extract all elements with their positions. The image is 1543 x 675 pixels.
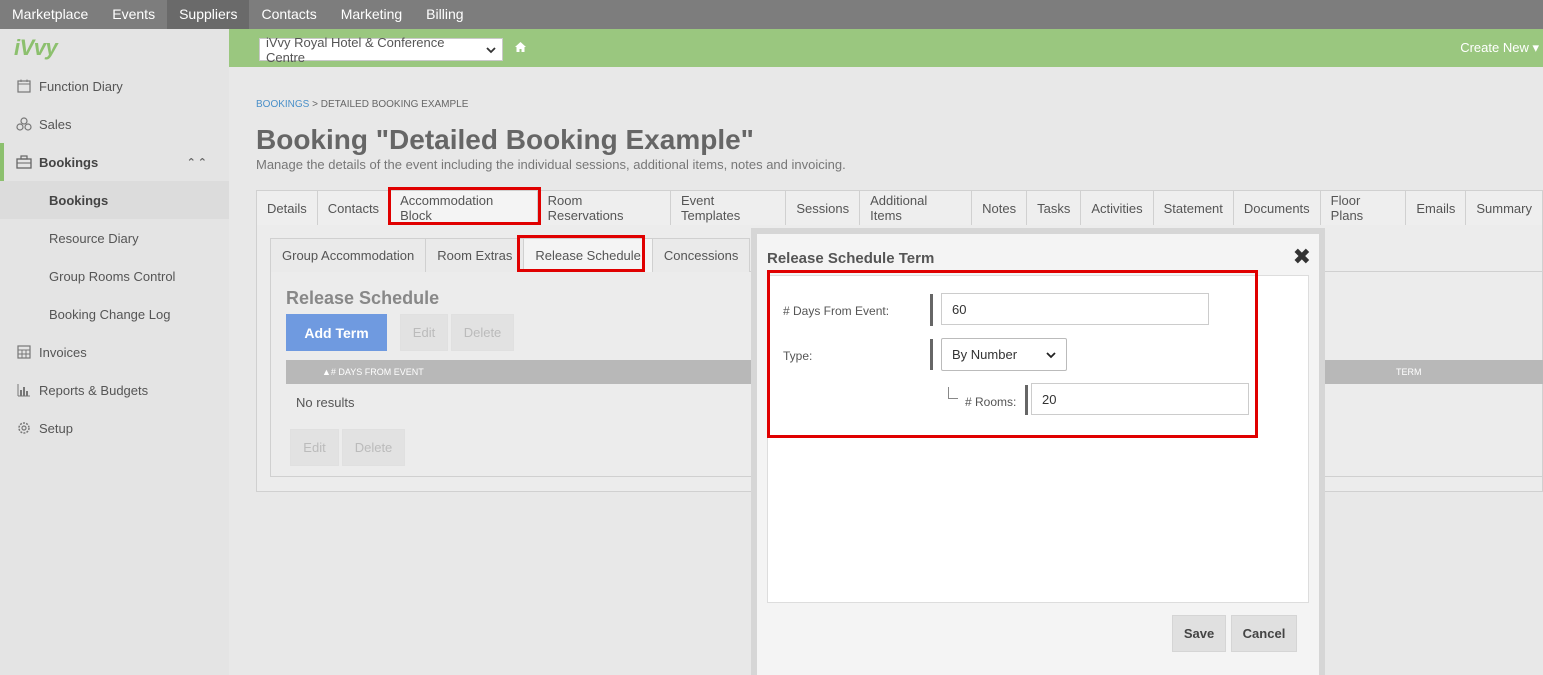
save-button[interactable]: Save (1172, 615, 1226, 652)
add-term-button[interactable]: Add Term (286, 314, 387, 351)
sidebar-item-function-diary[interactable]: Function Diary (0, 67, 229, 105)
column-days-from-event[interactable]: ▲# DAYS FROM EVENT (322, 367, 424, 377)
breadcrumb-separator: > (312, 99, 318, 110)
edit-button-bottom[interactable]: Edit (290, 429, 339, 466)
subtab-concessions[interactable]: Concessions (652, 239, 751, 272)
venue-select-value: iVvy Royal Hotel & Conference Centre (266, 34, 445, 65)
nav-contacts[interactable]: Contacts (249, 0, 328, 29)
field-marker (1025, 385, 1028, 415)
chevron-down-icon (1046, 347, 1056, 362)
sidebar-item-bookings[interactable]: Bookings ⌃⌃ (0, 143, 229, 181)
tab-documents[interactable]: Documents (1233, 191, 1321, 225)
top-nav: Marketplace Events Suppliers Contacts Ma… (0, 0, 1543, 29)
ivvy-logo[interactable]: iVvy (14, 35, 58, 61)
rooms-label: # Rooms: (965, 395, 1017, 409)
accommodation-subtabs: Group Accommodation Room Extras Release … (270, 238, 751, 272)
tree-connector (948, 387, 958, 399)
tab-floor-plans[interactable]: Floor Plans (1320, 191, 1407, 225)
edit-button-top[interactable]: Edit (400, 314, 448, 351)
tab-tasks[interactable]: Tasks (1027, 191, 1082, 225)
sidebar-item-setup[interactable]: Setup (0, 409, 229, 447)
release-schedule-title: Release Schedule (286, 288, 440, 308)
nav-billing[interactable]: Billing (414, 0, 475, 29)
cancel-button[interactable]: Cancel (1231, 615, 1297, 652)
chevron-down-icon (486, 42, 496, 57)
delete-button-bottom[interactable]: Delete (342, 429, 405, 466)
nav-marketplace[interactable]: Marketplace (0, 0, 100, 29)
delete-button-top[interactable]: Delete (451, 314, 514, 351)
days-from-event-input[interactable]: 60 (941, 293, 1209, 325)
tab-notes[interactable]: Notes (972, 191, 1028, 225)
sidebar-item-label: Function Diary (39, 78, 123, 94)
create-new-button[interactable]: Create New ▾ (1460, 40, 1539, 56)
field-marker (930, 339, 933, 370)
subtab-release-schedule[interactable]: Release Schedule (524, 239, 653, 272)
close-icon[interactable]: ✖ (1293, 244, 1311, 270)
tab-accommodation-block[interactable]: Accommodation Block (390, 191, 538, 225)
sidebar-subitem-bookings[interactable]: Bookings (0, 181, 229, 219)
rooms-input[interactable]: 20 (1031, 383, 1249, 415)
modal-title: Release Schedule Term (767, 250, 935, 267)
tab-additional-items[interactable]: Additional Items (860, 191, 973, 225)
home-icon[interactable] (514, 41, 527, 56)
tab-event-templates[interactable]: Event Templates (671, 191, 787, 225)
nav-events[interactable]: Events (100, 0, 167, 29)
field-marker (930, 294, 933, 326)
modal-body: # Days From Event: 60 Type: By Number # … (767, 275, 1309, 603)
tab-room-reservations[interactable]: Room Reservations (537, 191, 671, 225)
release-schedule-term-modal: Release Schedule Term ✖ # Days From Even… (751, 228, 1325, 675)
sidebar-subitem-group-rooms-control[interactable]: Group Rooms Control (0, 257, 229, 295)
days-from-event-label: # Days From Event: (783, 304, 890, 318)
subtab-room-extras[interactable]: Room Extras (426, 239, 525, 272)
briefcase-icon (16, 154, 32, 170)
type-label: Type: (783, 349, 813, 363)
type-select[interactable]: By Number (941, 338, 1067, 371)
column-term[interactable]: TERM (1396, 367, 1422, 377)
tab-statement[interactable]: Statement (1153, 191, 1234, 225)
calendar-icon (16, 78, 32, 94)
booking-tabs: Details Contacts Accommodation Block Roo… (256, 190, 1543, 225)
sidebar-item-label: Reports & Budgets (39, 382, 149, 398)
sidebar-item-label: Invoices (39, 344, 87, 360)
venue-select[interactable]: iVvy Royal Hotel & Conference Centre (259, 35, 503, 65)
sidebar-subitem-resource-diary[interactable]: Resource Diary (0, 219, 229, 257)
chevron-up-icon[interactable]: ⌃⌃ (187, 156, 209, 169)
caret-down-icon: ▾ (1532, 40, 1539, 55)
sidebar-item-invoices[interactable]: Invoices (0, 333, 229, 371)
nav-suppliers[interactable]: Suppliers (167, 0, 250, 29)
breadcrumb-current: DETAILED BOOKING EXAMPLE (320, 99, 469, 110)
modal-dialog: Release Schedule Term ✖ # Days From Even… (757, 234, 1319, 675)
gear-icon (16, 420, 32, 436)
no-results-text: No results (296, 395, 355, 410)
tab-sessions[interactable]: Sessions (786, 191, 861, 225)
tab-emails[interactable]: Emails (1406, 191, 1467, 225)
page-title: Booking "Detailed Booking Example" (256, 124, 754, 155)
sidebar-item-sales[interactable]: Sales (0, 105, 229, 143)
nav-marketing[interactable]: Marketing (329, 0, 414, 29)
type-select-value: By Number (952, 347, 1018, 362)
tab-activities[interactable]: Activities (1081, 191, 1154, 225)
breadcrumb-bookings-link[interactable]: BOOKINGS (256, 99, 309, 110)
venue-header: iVvy Royal Hotel & Conference Centre Cre… (229, 29, 1543, 67)
sidebar-item-reports[interactable]: Reports & Budgets (0, 371, 229, 409)
sidebar-subitem-booking-change-log[interactable]: Booking Change Log (0, 295, 229, 333)
tab-contacts[interactable]: Contacts (317, 191, 391, 225)
calculator-icon (16, 344, 32, 360)
tab-summary[interactable]: Summary (1466, 191, 1543, 225)
sales-icon (16, 116, 32, 132)
page-subtitle: Manage the details of the event includin… (256, 157, 846, 172)
sidebar: iVvy Function Diary Sales Bookings ⌃⌃ Bo… (0, 29, 229, 675)
create-new-label: Create New (1460, 40, 1529, 55)
subtab-group-accommodation[interactable]: Group Accommodation (271, 239, 427, 272)
breadcrumb: BOOKINGS > DETAILED BOOKING EXAMPLE (256, 99, 468, 110)
sidebar-item-label: Setup (39, 420, 73, 436)
tab-details[interactable]: Details (257, 191, 318, 225)
sidebar-item-label: Bookings (39, 154, 99, 170)
sidebar-item-label: Sales (39, 116, 72, 132)
bar-chart-icon (16, 382, 32, 398)
